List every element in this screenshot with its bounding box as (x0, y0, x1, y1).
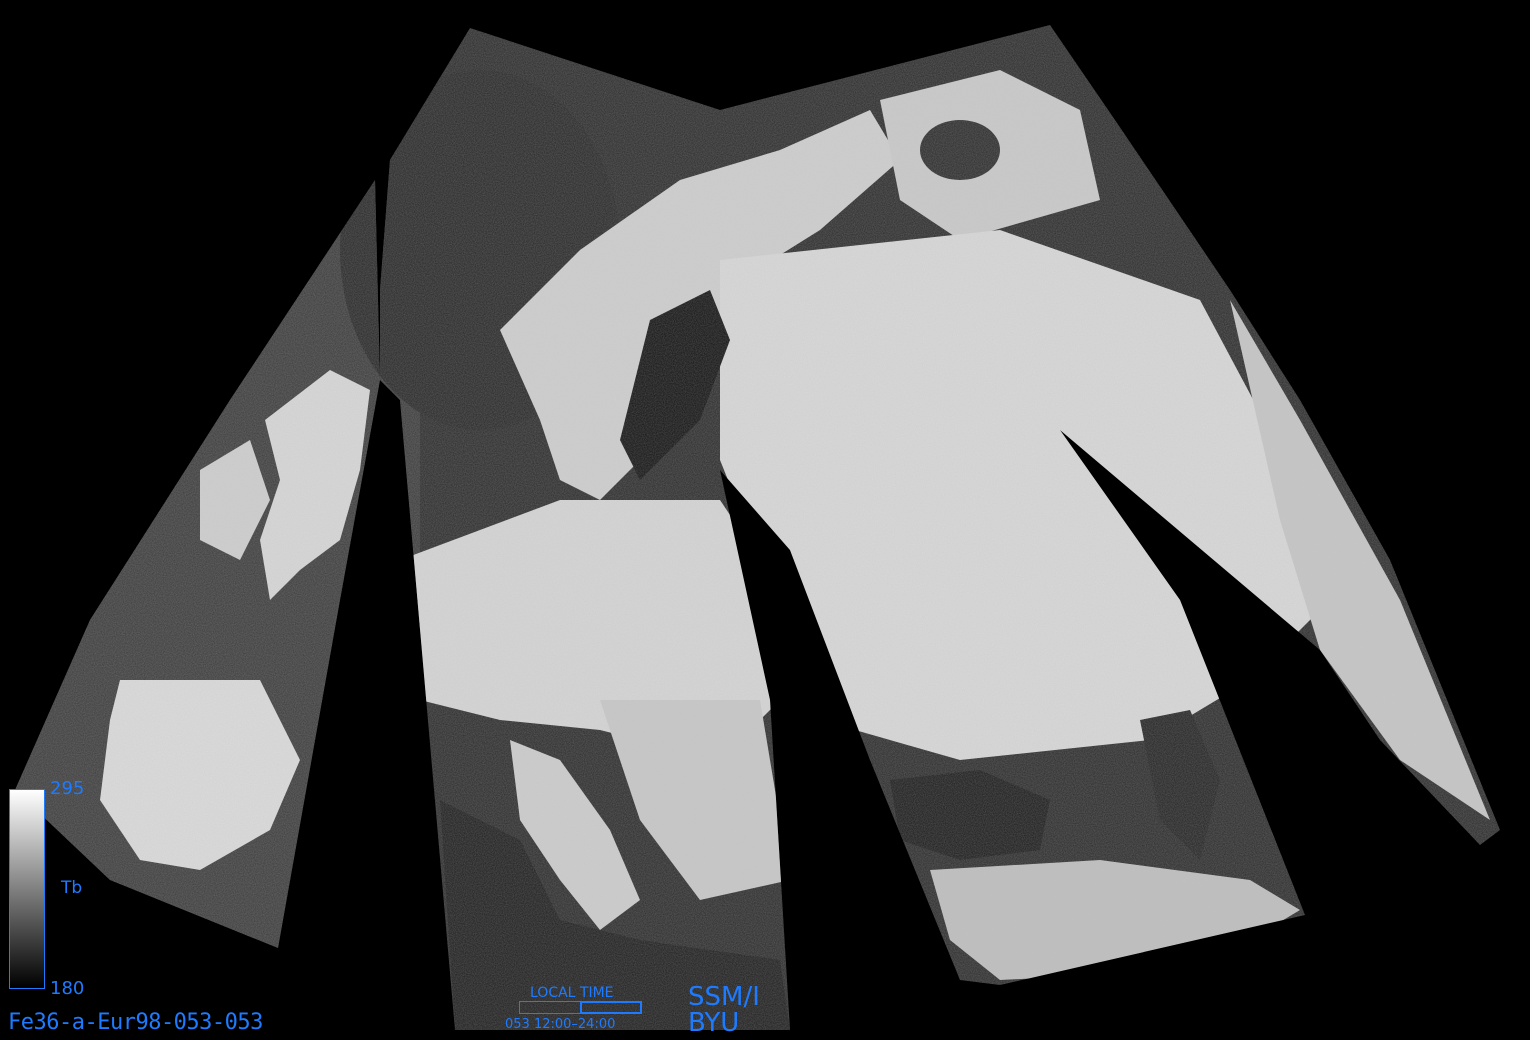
local-time-bar (519, 1001, 642, 1014)
map-canvas: 295 Tb 180 Fe36-a-Eur98-053-053 LOCAL TI… (0, 0, 1530, 1040)
colorbar (9, 789, 45, 989)
brightness-temperature-map (15, 25, 1500, 1030)
sensor-label: SSM/I (688, 982, 760, 1012)
image-identifier: Fe36-a-Eur98-053-053 (8, 1010, 263, 1035)
colorbar-min-label: 180 (50, 978, 85, 999)
colorbar-variable-label: Tb (61, 878, 83, 898)
satellite-swaths (15, 25, 1500, 1030)
local-time-title: LOCAL TIME (530, 985, 614, 1001)
local-time-range: 053 12:00–24:00 (505, 1017, 616, 1032)
organization-label: BYU (688, 1008, 740, 1038)
local-time-bar-fill (580, 1001, 642, 1014)
colorbar-max-label: 295 (50, 778, 85, 799)
